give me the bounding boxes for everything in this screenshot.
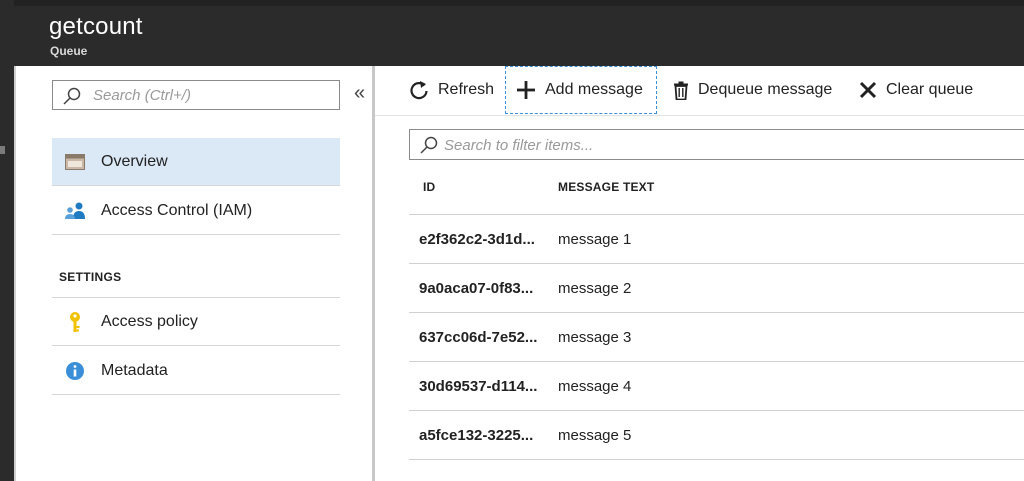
users-icon bbox=[64, 200, 86, 222]
blade-header: getcount Queue bbox=[14, 0, 1024, 66]
sidebar-item-label: Access Control (IAM) bbox=[101, 201, 253, 219]
breadcrumb-bar bbox=[14, 0, 1024, 6]
settings-section-title: SETTINGS bbox=[59, 270, 122, 284]
sidebar-item-label: Overview bbox=[101, 152, 168, 170]
filter-search[interactable] bbox=[409, 129, 1024, 160]
strip-marker bbox=[0, 146, 5, 154]
message-text: message 5 bbox=[558, 427, 632, 444]
search-icon bbox=[419, 136, 439, 159]
sidebar-item-label: Access policy bbox=[101, 312, 198, 330]
sidebar-item-access-control[interactable]: Access Control (IAM) bbox=[52, 187, 340, 235]
refresh-button[interactable]: Refresh bbox=[409, 66, 494, 114]
page-title: getcount bbox=[49, 13, 143, 40]
filter-search-input[interactable] bbox=[444, 135, 1004, 155]
search-icon bbox=[62, 87, 82, 110]
trash-icon bbox=[673, 81, 689, 100]
dequeue-message-button[interactable]: Dequeue message bbox=[673, 66, 832, 114]
sidebar-item-label: Metadata bbox=[101, 361, 168, 379]
message-text: message 4 bbox=[558, 378, 632, 395]
message-id: a5fce132-3225... bbox=[419, 427, 534, 444]
key-icon bbox=[64, 311, 86, 333]
refresh-icon bbox=[409, 80, 429, 100]
messages-table: ID MESSAGE TEXT e2f362c2-3d1d... message… bbox=[409, 162, 1024, 460]
info-icon bbox=[64, 360, 86, 382]
command-bar: Refresh Add message Dequeue message Clea… bbox=[375, 66, 1024, 116]
sidebar-item-overview[interactable]: Overview bbox=[52, 138, 340, 186]
collapse-sidebar-button[interactable]: « bbox=[354, 82, 365, 105]
message-text: message 1 bbox=[558, 231, 632, 248]
table-row[interactable]: e2f362c2-3d1d... message 1 bbox=[409, 215, 1024, 264]
sidebar-search-input[interactable] bbox=[93, 85, 333, 105]
clear-queue-button[interactable]: Clear queue bbox=[859, 66, 973, 114]
add-message-label: Add message bbox=[545, 81, 643, 98]
message-id: 637cc06d-7e52... bbox=[419, 329, 538, 346]
refresh-label: Refresh bbox=[438, 81, 495, 98]
message-text: message 2 bbox=[558, 280, 632, 297]
portal-left-strip bbox=[0, 0, 14, 481]
dequeue-message-label: Dequeue message bbox=[698, 81, 833, 98]
message-text: message 3 bbox=[558, 329, 632, 346]
sidebar-search[interactable] bbox=[52, 80, 340, 110]
sidebar-item-metadata[interactable]: Metadata bbox=[52, 347, 340, 395]
sidebar-item-access-policy[interactable]: Access policy bbox=[52, 298, 340, 346]
message-id: e2f362c2-3d1d... bbox=[419, 231, 535, 248]
add-message-button[interactable]: Add message bbox=[505, 66, 657, 114]
table-row[interactable]: 30d69537-d114... message 4 bbox=[409, 362, 1024, 411]
table-row[interactable]: a5fce132-3225... message 5 bbox=[409, 411, 1024, 460]
column-header-message-text[interactable]: MESSAGE TEXT bbox=[558, 180, 654, 194]
table-header: ID MESSAGE TEXT bbox=[409, 162, 1024, 215]
main-pane: Refresh Add message Dequeue message Clea… bbox=[375, 66, 1024, 481]
table-row[interactable]: 637cc06d-7e52... message 3 bbox=[409, 313, 1024, 362]
sidebar: « Overview Access Control (IAM) SETTINGS… bbox=[14, 66, 372, 481]
column-header-id[interactable]: ID bbox=[423, 180, 435, 194]
clear-queue-label: Clear queue bbox=[886, 81, 974, 98]
close-icon bbox=[859, 81, 877, 99]
message-id: 30d69537-d114... bbox=[419, 378, 538, 395]
plus-icon bbox=[516, 80, 536, 100]
table-row[interactable]: 9a0aca07-0f83... message 2 bbox=[409, 264, 1024, 313]
overview-icon bbox=[64, 151, 86, 173]
page-subtitle: Queue bbox=[50, 44, 88, 58]
message-id: 9a0aca07-0f83... bbox=[419, 280, 534, 297]
